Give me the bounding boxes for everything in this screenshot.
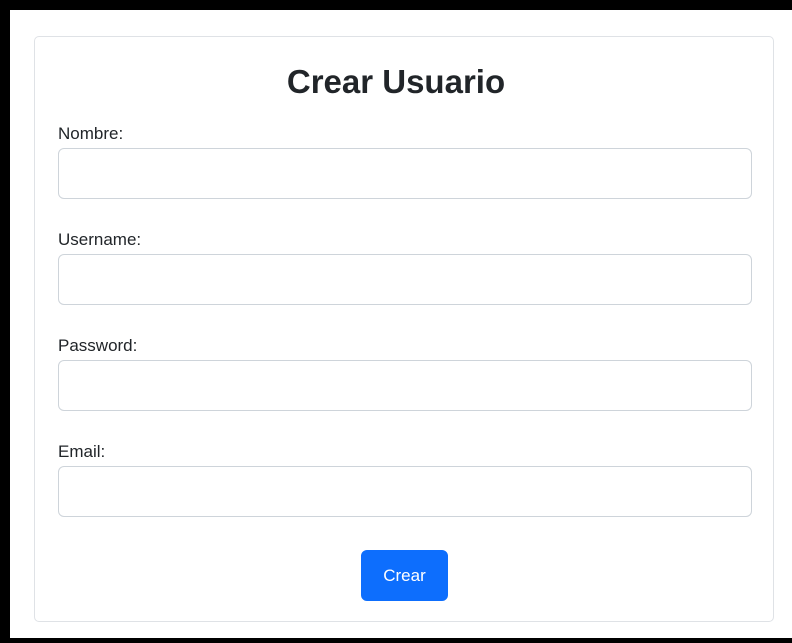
nombre-input[interactable]: [58, 148, 752, 199]
nombre-label: Nombre:: [58, 124, 124, 143]
email-label: Email:: [58, 442, 106, 461]
crear-button[interactable]: Crear: [361, 550, 448, 601]
create-user-card: [34, 36, 774, 622]
page-title: Crear Usuario: [286, 63, 506, 100]
username-label: Username:: [58, 230, 142, 249]
username-input[interactable]: [58, 254, 752, 305]
password-label: Password:: [58, 336, 138, 355]
password-input[interactable]: [58, 360, 752, 411]
window-frame-top: [0, 0, 792, 10]
window-frame-bottom: [0, 638, 792, 643]
email-input[interactable]: [58, 466, 752, 517]
